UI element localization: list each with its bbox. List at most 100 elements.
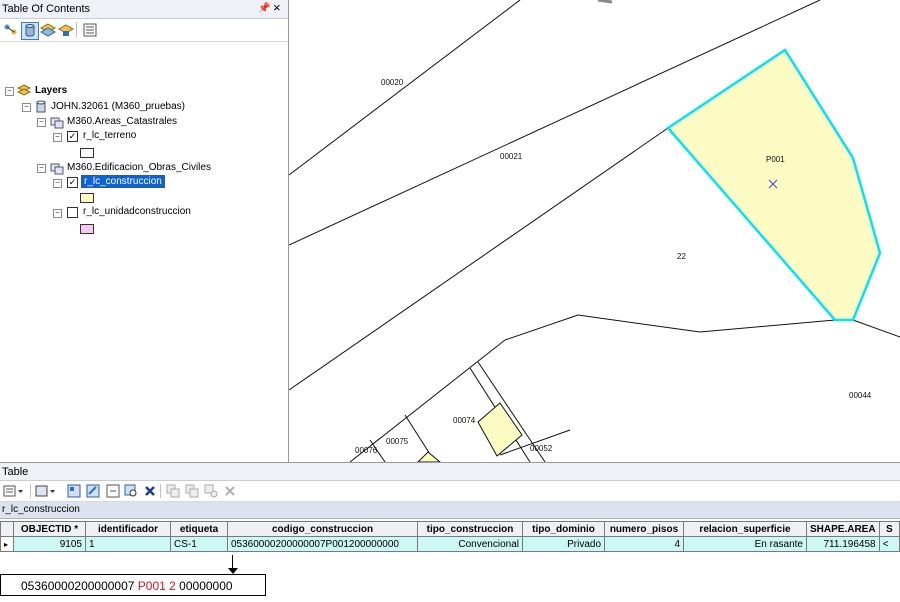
map-canvas[interactable]: 00020 00021 P001 22 00044 00074 00075 00… (289, 0, 900, 462)
table-row[interactable]: ▸ 9105 1 CS-1 05360000200000007P00120000… (0, 536, 900, 552)
list-by-drawing-order-icon[interactable] (3, 22, 19, 38)
terreno-symbol-swatch[interactable] (80, 148, 94, 158)
parcel-label: 00074 (453, 416, 476, 425)
switch-selection-icon[interactable] (86, 484, 100, 498)
cell-tipo-dominio[interactable]: Privado (522, 536, 605, 552)
row-selector-header (0, 521, 14, 537)
terreno-visibility-checkbox[interactable]: ✓ (67, 131, 78, 142)
annotation-arrow-line (232, 555, 233, 569)
toolbar-separator (160, 484, 161, 498)
parcel-boundary-line (597, 0, 613, 4)
cell-objectid[interactable]: 9105 (13, 536, 86, 552)
collapse-connection-toggle[interactable]: − (22, 103, 31, 112)
layer-terreno-label[interactable]: r_lc_terreno (83, 129, 136, 143)
collapse-group-edificacion-toggle[interactable]: − (37, 164, 46, 173)
parcel-label: 00075 (386, 437, 409, 446)
column-header[interactable]: tipo_dominio (522, 521, 605, 537)
cell-relacion-superficie[interactable]: En rasante (683, 536, 807, 552)
delete-field-icon[interactable] (223, 484, 237, 498)
column-header[interactable]: SHAPE.AREA (806, 521, 880, 537)
delete-selected-icon[interactable] (143, 484, 157, 498)
unidadconstruccion-symbol-swatch[interactable] (80, 224, 94, 234)
column-header[interactable]: identificador (85, 521, 171, 537)
construccion-symbol-swatch[interactable] (80, 193, 94, 203)
parcel-boundary-line (289, 127, 669, 391)
options-icon[interactable] (82, 22, 98, 38)
feature-dataset-icon (50, 163, 64, 175)
list-by-source-icon[interactable] (21, 22, 39, 40)
table-tab-bar: r_lc_construccion (0, 502, 900, 519)
group-areas-label[interactable]: M360.Areas_Catastrales (67, 115, 177, 129)
collapse-layers-toggle[interactable]: − (5, 87, 14, 96)
table-options-icon[interactable] (3, 484, 25, 498)
column-header[interactable]: codigo_construccion (227, 521, 418, 537)
cell-numero-pisos[interactable]: 4 (604, 536, 684, 552)
list-by-visibility-icon[interactable] (40, 22, 56, 38)
building-polygon (417, 451, 441, 462)
feature-dataset-icon (50, 117, 64, 129)
relate-table-icon[interactable] (166, 484, 180, 498)
column-header[interactable]: numero_pisos (604, 521, 684, 537)
parcel-boundary-line (852, 319, 900, 338)
table-of-contents-panel: Table Of Contents 📌 × − Layers − JOHN.32… (0, 0, 289, 462)
code-prefix: 05360000200000007 (21, 579, 138, 593)
pin-icon[interactable]: 📌 (258, 3, 270, 14)
cell-codigo-construccion[interactable]: 05360000200000007P001200000000 (227, 536, 418, 552)
cell-tipo-construccion[interactable]: Convencional (417, 536, 523, 552)
select-by-attributes-icon[interactable] (67, 484, 81, 498)
parcel-label: 00020 (381, 78, 404, 87)
parcel-boundary-line (289, 0, 521, 176)
clear-selection-icon[interactable] (106, 484, 120, 498)
collapse-group-areas-toggle[interactable]: − (37, 118, 46, 127)
connection-label[interactable]: JOHN.32061 (M360_pruebas) (51, 100, 185, 114)
collapse-unidadconstruccion-toggle[interactable]: − (53, 209, 62, 218)
layers-root-label[interactable]: Layers (35, 84, 67, 98)
database-connection-icon (36, 100, 46, 113)
parcel-boundary-line (349, 339, 506, 462)
parcel-label: 00076 (355, 446, 378, 455)
parcel-label: 22 (677, 252, 686, 261)
related-tables-icon[interactable] (35, 484, 57, 498)
map-view[interactable]: 00020 00021 P001 22 00044 00074 00075 00… (289, 0, 900, 462)
toc-titlebar: Table Of Contents 📌 × (0, 0, 288, 19)
column-header[interactable]: relacion_superficie (683, 521, 807, 537)
column-header[interactable]: etiqueta (170, 521, 228, 537)
building-polygon (477, 402, 523, 457)
layers-icon (17, 84, 31, 96)
table-tab-label[interactable]: r_lc_construccion (2, 504, 80, 515)
column-header[interactable]: S (878, 521, 900, 537)
cell-etiqueta[interactable]: CS-1 (170, 536, 228, 552)
collapse-construccion-toggle[interactable]: − (53, 179, 62, 188)
cell-identificador[interactable]: 1 (85, 536, 171, 552)
code-suffix: 00000000 (175, 579, 233, 593)
table-header-row: OBJECTID * identificador etiqueta codigo… (0, 521, 900, 537)
row-selector-arrow-icon[interactable]: ▸ (0, 536, 14, 552)
cell-shape-extra[interactable]: < (878, 536, 900, 552)
layer-construccion-row[interactable]: r_lc_construccion (81, 175, 165, 189)
list-by-selection-icon[interactable] (58, 22, 74, 38)
toolbar-separator (30, 484, 31, 498)
column-header[interactable]: tipo_construccion (417, 521, 523, 537)
toc-toolbar (0, 19, 288, 42)
layer-unidadconstruccion-label[interactable]: r_lc_unidadconstruccion (83, 205, 191, 219)
table-toolbar (0, 481, 900, 502)
unidadconstruccion-visibility-checkbox[interactable] (67, 207, 78, 218)
group-edificacion-label[interactable]: M360.Edificacion_Obras_Civiles (67, 161, 211, 175)
layer-construccion-label[interactable]: r_lc_construccion (81, 175, 165, 188)
reload-cache-icon[interactable] (204, 484, 218, 498)
layer-tree: − Layers − JOHN.32061 (M360_pruebas) − M… (0, 42, 288, 462)
column-header[interactable]: OBJECTID * (13, 521, 86, 537)
construction-label: P001 (766, 155, 785, 164)
zoom-to-selected-icon[interactable] (124, 484, 138, 498)
parcel-label: 00052 (530, 444, 553, 453)
parcel-label: 00021 (500, 152, 523, 161)
toc-title: Table Of Contents (2, 3, 91, 15)
attach-table-icon[interactable] (185, 484, 199, 498)
construccion-visibility-checkbox[interactable]: ✓ (67, 177, 78, 188)
collapse-terreno-toggle[interactable]: − (53, 133, 62, 142)
parcel-boundary-line (504, 314, 836, 341)
close-icon[interactable]: × (273, 0, 281, 15)
attribute-grid[interactable]: OBJECTID * identificador etiqueta codigo… (0, 521, 900, 552)
table-title: Table (2, 466, 29, 478)
cell-shape-area[interactable]: 711.196458 (806, 536, 880, 552)
